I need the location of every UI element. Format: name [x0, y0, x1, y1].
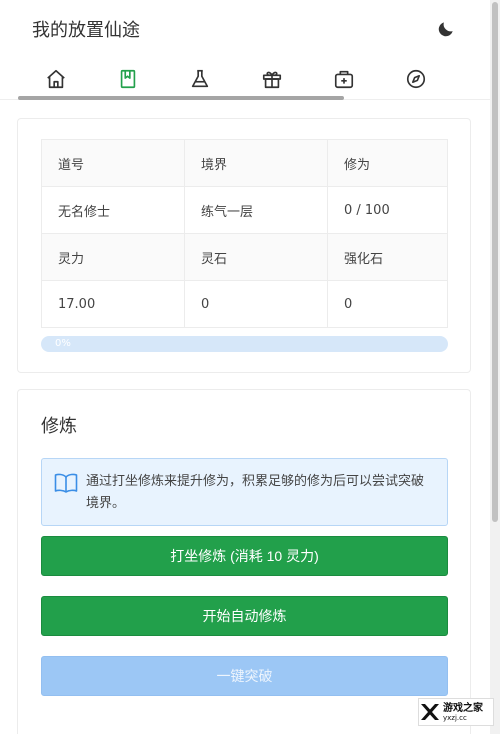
- watermark-subtitle: yxzj.cc: [443, 713, 467, 722]
- table-row: 无名修士 练气一层 0 / 100: [41, 186, 448, 234]
- value-enhance-stones: 0: [327, 280, 448, 328]
- value-dao-name: 无名修士: [41, 186, 185, 234]
- label-cultivation: 修为: [327, 139, 448, 187]
- tab-gifts[interactable]: [236, 61, 308, 97]
- info-alert: 通过打坐修炼来提升修为，积累足够的修为后可以尝试突破境界。: [41, 458, 448, 526]
- tab-alchemy[interactable]: [164, 61, 236, 97]
- watermark: 游戏之家 yxzj.cc: [418, 698, 494, 726]
- tabs-scrollbar[interactable]: [18, 96, 344, 100]
- compass-icon: [406, 69, 426, 88]
- value-spirit-stones: 0: [184, 280, 328, 328]
- theme-toggle-button[interactable]: [434, 17, 458, 41]
- gift-icon: [262, 71, 282, 88]
- app-title: 我的放置仙途: [32, 20, 140, 41]
- section-title: 修炼: [41, 416, 77, 437]
- tab-bar: [0, 58, 490, 100]
- app-window: 我的放置仙途 道号 境界 修为 无名修士 练气一层 0 / 100 灵力 灵石 …: [0, 0, 490, 734]
- info-text: 通过打坐修炼来提升修为，积累足够的修为后可以尝试突破境界。: [86, 474, 425, 511]
- scroll-thumb[interactable]: [492, 2, 498, 522]
- moon-icon: [438, 22, 453, 37]
- table-row: 17.00 0 0: [41, 280, 448, 328]
- watermark-logo: [421, 704, 439, 720]
- stats-table: 道号 境界 修为 无名修士 练气一层 0 / 100 灵力 灵石 强化石 17.…: [41, 139, 448, 328]
- label-enhance-stones: 强化石: [327, 233, 448, 281]
- label-realm: 境界: [184, 139, 328, 187]
- tab-cultivation[interactable]: [92, 61, 164, 97]
- label-dao-name: 道号: [41, 139, 185, 187]
- watermark-title: 游戏之家: [443, 702, 483, 714]
- book-icon: [120, 69, 136, 88]
- tab-home[interactable]: [20, 61, 92, 97]
- training-card: 修炼 通过打坐修炼来提升修为，积累足够的修为后可以尝试突破境界。 打坐修炼 (消…: [17, 389, 471, 734]
- value-cultivation: 0 / 100: [327, 186, 448, 234]
- table-row: 灵力 灵石 强化石: [41, 233, 448, 281]
- header: 我的放置仙途: [0, 0, 490, 58]
- home-icon: [47, 69, 65, 88]
- tab-medicine[interactable]: [308, 61, 380, 97]
- meditate-button[interactable]: 打坐修炼 (消耗 10 灵力): [41, 536, 448, 576]
- page-scrollbar[interactable]: [490, 0, 500, 734]
- tab-explore[interactable]: [380, 61, 452, 97]
- breakthrough-button[interactable]: 一键突破: [41, 656, 448, 696]
- label-spirit-stones: 灵石: [184, 233, 328, 281]
- cultivation-progress-bar: 0%: [41, 336, 448, 352]
- table-row: 道号 境界 修为: [41, 139, 448, 187]
- medkit-icon: [334, 70, 354, 88]
- progress-label: 0%: [55, 338, 71, 349]
- stats-card: 道号 境界 修为 无名修士 练气一层 0 / 100 灵力 灵石 强化石 17.…: [17, 118, 471, 373]
- label-spirit-power: 灵力: [41, 233, 185, 281]
- open-book-icon: [54, 473, 78, 493]
- auto-cultivate-button[interactable]: 开始自动修炼: [41, 596, 448, 636]
- value-realm: 练气一层: [184, 186, 328, 234]
- value-spirit-power: 17.00: [41, 280, 185, 328]
- flask-icon: [191, 69, 209, 87]
